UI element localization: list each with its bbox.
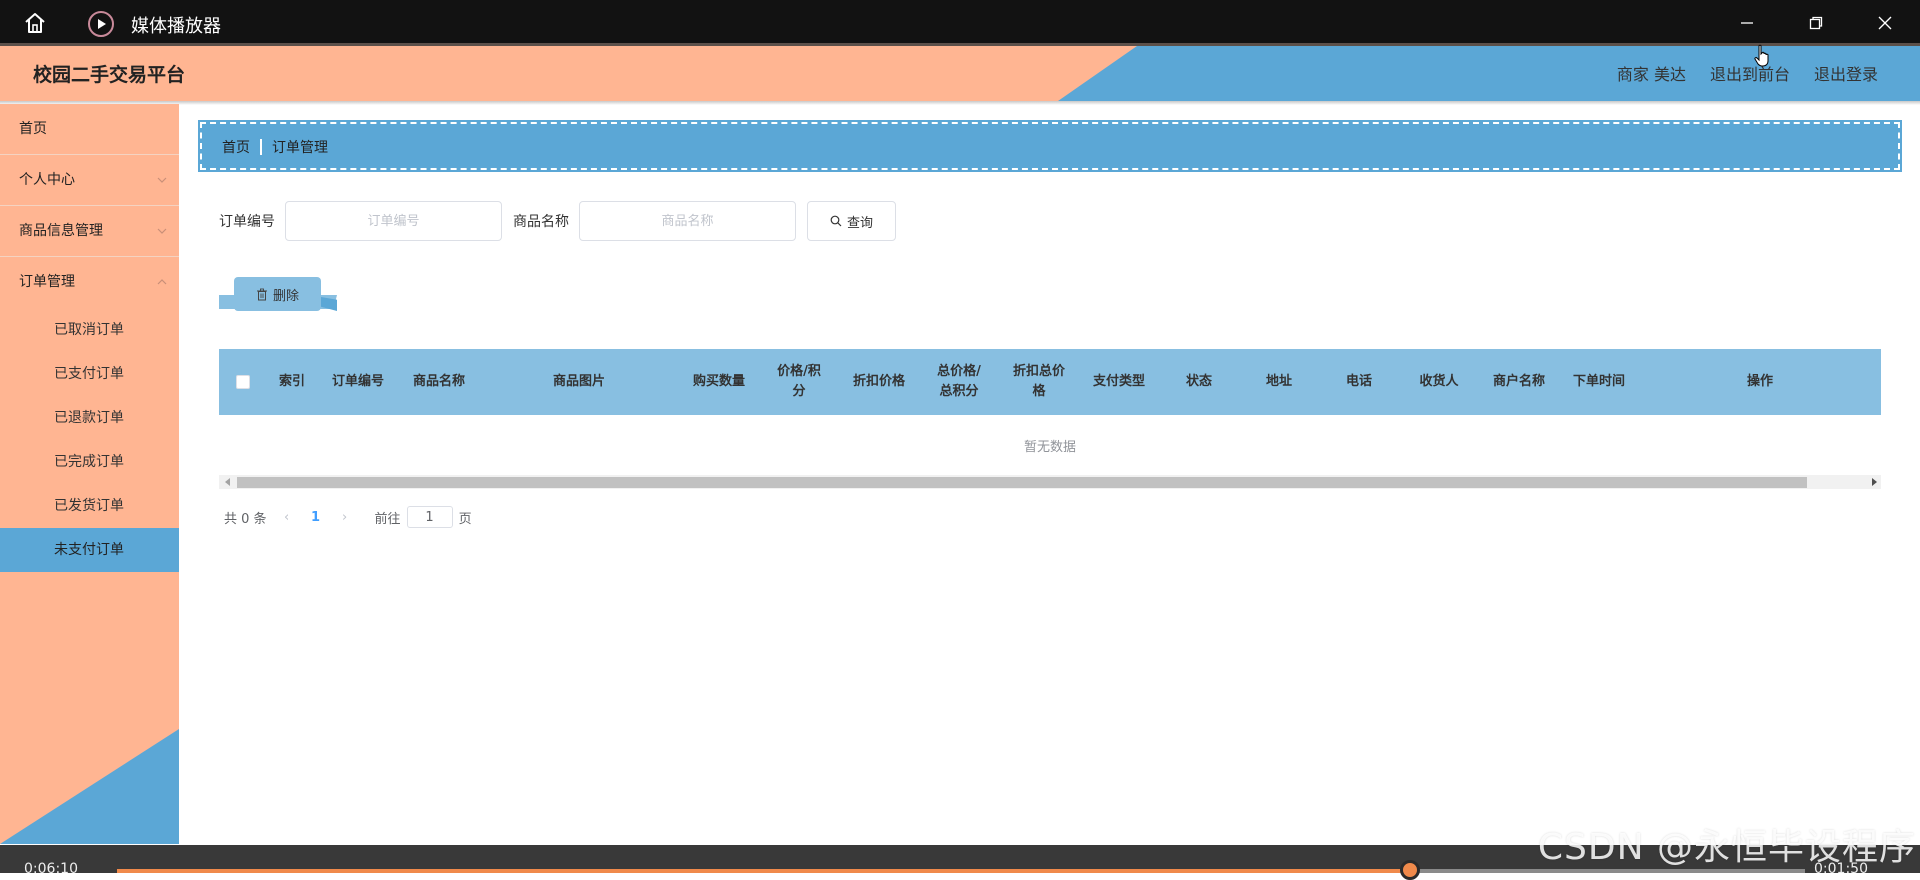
media-player-icon [88, 11, 114, 37]
header-nav: 商家 美达 退出到前台 退出登录 [1617, 61, 1878, 85]
order-no-label: 订单编号 [219, 214, 275, 230]
seek-bar-played [117, 869, 1410, 873]
watermark: CSDN @永恒毕设程序 [1537, 827, 1916, 868]
chevron-down-icon [157, 177, 167, 183]
breadcrumb-current: 订单管理 [272, 140, 328, 156]
query-button[interactable]: 查询 [807, 201, 896, 241]
pagination-total: 共 0 条 [224, 511, 267, 527]
select-all-checkbox-cell[interactable] [219, 349, 267, 415]
column-header-merchant[interactable]: 商户名称 [1479, 349, 1559, 415]
sidebar-item-order-management[interactable]: 订单管理 [0, 257, 179, 308]
column-header-total[interactable]: 总价格/总积分 [919, 349, 999, 415]
sidebar-subitem-refunded-orders[interactable]: 已退款订单 [0, 396, 179, 440]
goto-prefix: 前往 [374, 511, 401, 527]
column-header-order-time[interactable]: 下单时间 [1559, 349, 1639, 415]
sidebar-item-personal-center[interactable]: 个人中心 [0, 155, 179, 206]
sidebar-item-home[interactable]: 首页 [0, 104, 179, 155]
brand-title: 校园二手交易平台 [33, 64, 186, 86]
product-name-input[interactable] [579, 201, 796, 241]
current-time: 0:06:10 [24, 861, 78, 877]
table-header: 索引 订单编号 商品名称 商品图片 购买数量 价格/积分 折扣价格 总价格/总积… [219, 349, 1881, 415]
order-no-input[interactable] [285, 201, 502, 241]
next-page-icon[interactable]: › [331, 510, 359, 525]
goto-page-input[interactable] [406, 506, 453, 528]
column-header-phone[interactable]: 电话 [1319, 349, 1399, 415]
home-icon[interactable] [22, 10, 48, 36]
chevron-up-icon [157, 279, 167, 285]
column-header-product-name[interactable]: 商品名称 [399, 349, 479, 415]
goto-suffix: 页 [458, 511, 472, 527]
column-header-order-no[interactable]: 订单编号 [317, 349, 399, 415]
pagination: 共 0 条 ‹ 1 › 前往 页 [224, 506, 472, 528]
sidebar-subitem-shipped-orders[interactable]: 已发货订单 [0, 484, 179, 528]
delete-button[interactable]: 删除 [234, 277, 321, 311]
column-header-pay-type[interactable]: 支付类型 [1079, 349, 1159, 415]
column-header-index[interactable]: 索引 [267, 349, 317, 415]
hand-cursor-icon [1754, 44, 1769, 67]
breadcrumb: 首页 订单管理 [198, 120, 1902, 172]
delete-ribbon: 删除 [219, 277, 337, 317]
sidebar-item-product-management[interactable]: 商品信息管理 [0, 206, 179, 257]
minimize-icon[interactable] [1732, 8, 1762, 38]
chevron-down-icon [157, 228, 167, 234]
breadcrumb-home[interactable]: 首页 [222, 137, 250, 157]
sidebar-subitem-cancelled-orders[interactable]: 已取消订单 [0, 308, 179, 352]
prev-page-icon[interactable]: ‹ [273, 510, 301, 525]
search-icon [830, 215, 842, 227]
page-number-current[interactable]: 1 [301, 510, 331, 525]
trash-icon [256, 288, 267, 300]
query-button-label: 查询 [846, 215, 873, 231]
column-header-discount-total[interactable]: 折扣总价格 [999, 349, 1079, 415]
select-all-checkbox[interactable] [236, 375, 250, 389]
current-user-link[interactable]: 商家 美达 [1617, 61, 1686, 85]
sidebar-subitem-unpaid-orders[interactable]: 未支付订单 [0, 528, 179, 572]
column-header-product-image[interactable]: 商品图片 [479, 349, 679, 415]
column-header-discount-price[interactable]: 折扣价格 [839, 349, 919, 415]
scroll-left-icon[interactable] [225, 478, 230, 486]
sidebar-item-label: 个人中心 [19, 172, 75, 188]
orders-table: 索引 订单编号 商品名称 商品图片 购买数量 价格/积分 折扣价格 总价格/总积… [219, 349, 1881, 489]
sidebar: 首页 个人中心 商品信息管理 订单管理 已取消订单 已支付订单 已退款订单 已完… [0, 104, 179, 844]
logout-link[interactable]: 退出登录 [1814, 61, 1878, 85]
product-name-label: 商品名称 [513, 214, 569, 230]
table-empty-text: 暂无数据 [1023, 439, 1076, 455]
app-header: 校园二手交易平台 商家 美达 退出到前台 退出登录 [0, 46, 1920, 101]
delete-button-label: 删除 [272, 288, 299, 304]
column-header-receiver[interactable]: 收货人 [1399, 349, 1479, 415]
search-form: 订单编号 商品名称 查询 [219, 201, 896, 241]
restore-icon[interactable] [1801, 8, 1831, 38]
table-horizontal-scrollbar[interactable] [219, 475, 1881, 489]
back-to-front-link[interactable]: 退出到前台 [1710, 61, 1790, 85]
sidebar-subitem-completed-orders[interactable]: 已完成订单 [0, 440, 179, 484]
column-header-status[interactable]: 状态 [1159, 349, 1239, 415]
scrollbar-thumb[interactable] [237, 477, 1807, 488]
scroll-right-icon[interactable] [1872, 478, 1877, 486]
breadcrumb-divider [260, 139, 262, 155]
sidebar-item-label: 首页 [19, 121, 47, 137]
player-titlebar: 媒体播放器 [0, 0, 1920, 44]
sidebar-corner-decoration [0, 729, 179, 844]
sidebar-subitem-paid-orders[interactable]: 已支付订单 [0, 352, 179, 396]
seek-bar-knob[interactable] [1400, 860, 1420, 880]
column-header-address[interactable]: 地址 [1239, 349, 1319, 415]
column-header-operation[interactable]: 操作 [1639, 349, 1881, 415]
column-header-price[interactable]: 价格/积分 [759, 349, 839, 415]
sidebar-item-label: 订单管理 [19, 274, 75, 290]
player-title: 媒体播放器 [131, 16, 221, 37]
close-icon[interactable] [1870, 8, 1900, 38]
sidebar-item-label: 商品信息管理 [19, 223, 103, 239]
column-header-quantity[interactable]: 购买数量 [679, 349, 759, 415]
header-shadow [0, 101, 1920, 105]
